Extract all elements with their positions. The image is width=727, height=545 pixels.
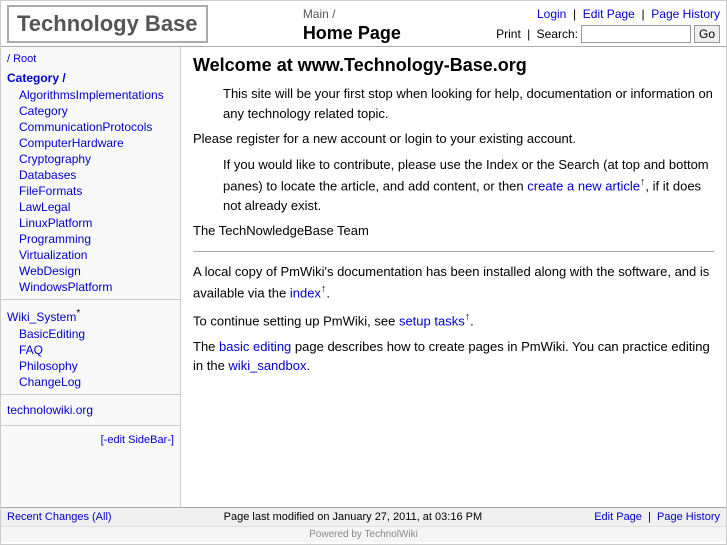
recent-changes-link-container: Recent Changes (All) [7, 511, 112, 523]
sidebar-divider2 [1, 394, 180, 395]
list-item: LinuxPlatform [1, 215, 180, 231]
para5-post: . [326, 286, 330, 301]
root-anchor[interactable]: / Root [7, 53, 36, 65]
para6-pre: To continue setting up PmWiki, see [193, 313, 399, 328]
header-page-history-link[interactable]: Page History [651, 7, 720, 21]
sidebar-algorithms-link[interactable]: AlgorithmsImplementations [19, 88, 164, 102]
sidebar-lawlegal-link[interactable]: LawLegal [19, 200, 70, 214]
print-search-row: Print | Search: Go [496, 25, 720, 43]
list-item: FAQ [1, 342, 180, 358]
para1: This site will be your first stop when l… [223, 84, 714, 123]
create-article-link[interactable]: create a new article [527, 178, 640, 193]
list-item: CommunicationProtocols [1, 119, 180, 135]
para3: If you would like to contribute, please … [223, 155, 714, 216]
para6: To continue setting up PmWiki, see setup… [193, 309, 714, 331]
sidebar-programming-link[interactable]: Programming [19, 232, 91, 246]
para7: The basic editing page describes how to … [193, 337, 714, 376]
search-label: Search: [537, 27, 578, 41]
wiki-system-sup: * [76, 308, 80, 319]
sidebar-computerhardware-link[interactable]: ComputerHardware [19, 136, 124, 150]
wiki-system-header: Wiki_System* [1, 304, 180, 326]
sidebar-divider [1, 299, 180, 300]
edit-sidebar-link[interactable]: [-edit SideBar-] [101, 434, 174, 446]
breadcrumb: Main / [303, 7, 401, 21]
footer-page-history-link[interactable]: Page History [657, 511, 720, 523]
para4: The TechNowledgeBase Team [193, 221, 714, 241]
basic-editing-link[interactable]: basic editing [219, 339, 291, 354]
main-heading: Welcome at www.Technology-Base.org [193, 55, 714, 76]
list-item: AlgorithmsImplementations [1, 87, 180, 103]
sidebar-category-link[interactable]: Category [19, 104, 68, 118]
list-item: Category [1, 103, 180, 119]
print-label: Print [496, 27, 521, 41]
sidebar-changelog-link[interactable]: ChangeLog [19, 375, 81, 389]
technolowiki-link[interactable]: technolowiki.org [7, 403, 93, 417]
search-go-button[interactable]: Go [694, 25, 720, 43]
footer-modified: Page last modified on January 27, 2011, … [112, 511, 595, 523]
footer-edit-page-link[interactable]: Edit Page [594, 511, 642, 523]
para7-pre: The [193, 339, 219, 354]
para2: Please register for a new account or log… [193, 129, 714, 149]
para6-post: . [470, 313, 474, 328]
para7-end: . [306, 358, 310, 373]
sidebar-cryptography-link[interactable]: Cryptography [19, 152, 91, 166]
list-item: Databases [1, 167, 180, 183]
header-edit-page-link[interactable]: Edit Page [583, 7, 635, 21]
sidebar-databases-link[interactable]: Databases [19, 168, 76, 182]
sidebar-windows-link[interactable]: WindowsPlatform [19, 280, 112, 294]
wiki-system-link[interactable]: Wiki_System [7, 310, 76, 324]
sidebar-basicediting-link[interactable]: BasicEditing [19, 327, 85, 341]
list-item: FileFormats [1, 183, 180, 199]
list-item: WindowsPlatform [1, 279, 180, 295]
top-links: Login | Edit Page | Page History [496, 7, 720, 21]
sidebar-communication-link[interactable]: CommunicationProtocols [19, 120, 152, 134]
category-link[interactable]: Category / [7, 71, 66, 85]
sidebar-linux-link[interactable]: LinuxPlatform [19, 216, 92, 230]
root-link: / Root [1, 51, 180, 67]
sidebar-faq-link[interactable]: FAQ [19, 343, 43, 357]
list-item: BasicEditing [1, 326, 180, 342]
list-item: WebDesign [1, 263, 180, 279]
edit-sidebar: [-edit SideBar-] [1, 430, 180, 450]
wiki-sandbox-link[interactable]: wiki_sandbox [228, 358, 306, 373]
setup-tasks-link[interactable]: setup tasks [399, 313, 465, 328]
index-link[interactable]: index [290, 286, 321, 301]
horizontal-rule [193, 251, 714, 252]
list-item: Programming [1, 231, 180, 247]
list-item: LawLegal [1, 199, 180, 215]
footer-right-links: Edit Page | Page History [594, 511, 720, 523]
para5-pre: A local copy of PmWiki's documentation h… [193, 264, 709, 301]
page-heading: Home Page [303, 23, 401, 44]
site-title: Technology Base [7, 5, 208, 43]
sidebar-webdesign-link[interactable]: WebDesign [19, 264, 81, 278]
search-input[interactable] [581, 25, 691, 43]
sidebar-philosophy-link[interactable]: Philosophy [19, 359, 78, 373]
powered-by: Powered by TechnolWiki [1, 526, 726, 542]
para5: A local copy of PmWiki's documentation h… [193, 262, 714, 303]
recent-changes-link[interactable]: Recent Changes (All) [7, 511, 112, 523]
list-item: ChangeLog [1, 374, 180, 390]
sidebar-fileformats-link[interactable]: FileFormats [19, 184, 82, 198]
list-item: Cryptography [1, 151, 180, 167]
list-item: Virtualization [1, 247, 180, 263]
list-item: ComputerHardware [1, 135, 180, 151]
sidebar-virtualization-link[interactable]: Virtualization [19, 248, 87, 262]
sidebar-divider3 [1, 425, 180, 426]
technolo-link: technolowiki.org [1, 399, 180, 421]
footer: Recent Changes (All) Page last modified … [1, 507, 726, 526]
list-item: Philosophy [1, 358, 180, 374]
category-header: Category / [1, 67, 180, 87]
login-link[interactable]: Login [537, 7, 566, 21]
